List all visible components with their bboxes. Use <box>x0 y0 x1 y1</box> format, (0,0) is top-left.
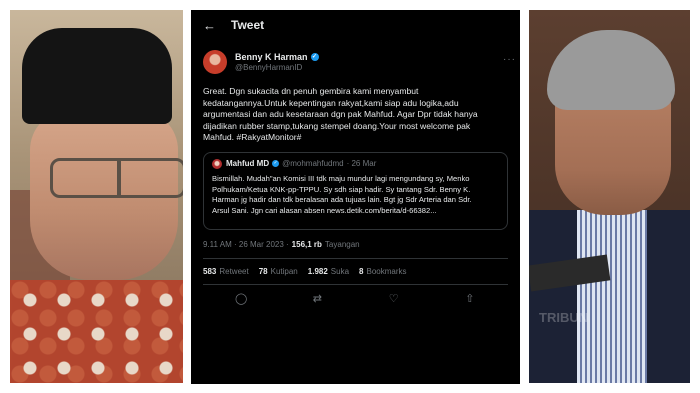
avatar[interactable] <box>203 50 227 74</box>
back-arrow-icon[interactable]: ← <box>203 18 231 33</box>
verified-badge-icon: ✓ <box>310 53 319 61</box>
reply-icon[interactable]: ◯ <box>226 292 256 305</box>
tweet-text: Great. Dgn sukacita dn penuh gembira kam… <box>203 86 478 143</box>
stat-retweets[interactable]: 583 Retweet <box>203 267 249 276</box>
left-photo <box>10 10 183 383</box>
watermark: TRIBUN <box>539 310 589 325</box>
views-count: 156,1 rb <box>291 239 322 249</box>
stat-label: Retweet <box>219 266 249 276</box>
retweet-icon[interactable]: ⇄ <box>302 292 332 305</box>
stat-value: 1.982 <box>307 266 328 276</box>
stat-label: Suka <box>330 266 350 276</box>
stat-bookmarks[interactable]: 8 Bookmarks <box>359 267 406 276</box>
tweet-header: ← Tweet <box>191 10 520 40</box>
tweet-meta: 9.11 AM · 26 Mar 2023 · 156,1 rb Tayanga… <box>191 230 520 249</box>
gray-hair <box>547 30 675 110</box>
tweet-author: Benny K Harman ✓ @BennyHarmanID ··· <box>191 46 520 78</box>
stat-quotes[interactable]: 78 Kutipan <box>259 267 298 276</box>
quote-text: Bismillah. Mudah"an Komisi III tdk maju … <box>212 173 472 215</box>
stat-value: 8 <box>359 266 364 276</box>
author-name-row[interactable]: Benny K Harman ✓ <box>235 52 319 62</box>
batik-shirt <box>10 280 183 383</box>
stat-label: Bookmarks <box>366 266 407 276</box>
tweet-screenshot: ← Tweet Benny K Harman ✓ @BennyHarmanID … <box>191 10 520 384</box>
stat-label: Kutipan <box>270 266 298 276</box>
quote-author-handle: @mohmahfudmd <box>282 159 344 169</box>
peci-cap <box>22 28 172 124</box>
author-names: Benny K Harman ✓ @BennyHarmanID <box>235 52 319 72</box>
stat-value: 583 <box>203 266 217 276</box>
eyeglasses <box>50 158 183 198</box>
quoted-tweet[interactable]: Mahfud MD ✓ @mohmahfudmd · 26 Mar Bismil… <box>203 151 508 230</box>
like-icon[interactable]: ♡ <box>379 292 409 305</box>
quote-verified-icon: ✓ <box>272 160 280 168</box>
engagement-stats: 583 Retweet 78 Kutipan 1.982 Suka 8 Bookmark… <box>191 259 520 276</box>
stat-likes[interactable]: 1.982 Suka <box>308 267 349 276</box>
more-options-icon[interactable]: ··· <box>503 54 516 65</box>
header-title: Tweet <box>231 18 265 32</box>
tweet-actions: ◯ ⇄ ♡ ⇧ <box>191 285 520 305</box>
views-label: Tayangan <box>324 239 360 249</box>
share-icon[interactable]: ⇧ <box>455 292 485 305</box>
right-photo: TRIBUN <box>529 10 690 383</box>
tweet-timestamp[interactable]: 9.11 AM · 26 Mar 2023 · <box>203 240 289 249</box>
quote-header: Mahfud MD ✓ @mohmahfudmd · 26 Mar <box>212 158 499 169</box>
author-handle[interactable]: @BennyHarmanID <box>235 63 319 72</box>
quote-avatar <box>212 158 222 169</box>
stat-value: 78 <box>258 266 268 276</box>
striped-shirt <box>577 210 647 383</box>
quote-date: · 26 Mar <box>346 159 377 169</box>
quote-author-name: Mahfud MD <box>226 159 270 169</box>
author-name[interactable]: Benny K Harman <box>235 52 308 62</box>
